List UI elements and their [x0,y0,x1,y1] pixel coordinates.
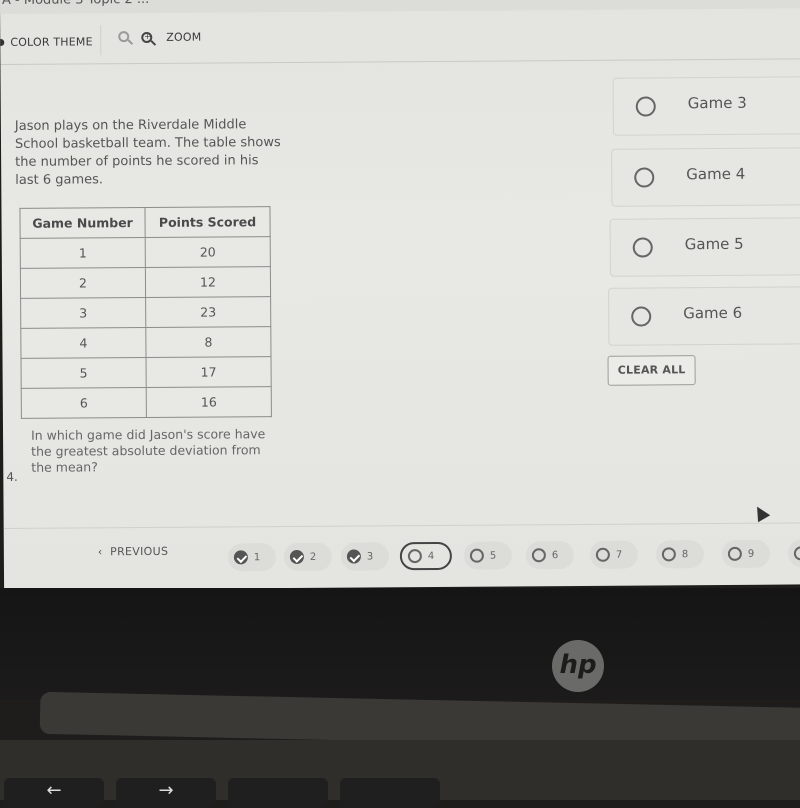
mouse-cursor-icon [751,503,771,523]
question-nav-4[interactable]: 4 [399,541,452,571]
keyboard-key [340,778,440,808]
empty-circle-icon [531,548,546,563]
question-nav-8[interactable]: 8 [655,540,704,569]
question-nav-6[interactable]: 6 [525,541,574,570]
choice-game-4[interactable]: Game 4 [611,147,800,207]
radio-icon[interactable] [634,167,655,188]
zoom-out-button[interactable] [118,31,130,43]
question-nav-1[interactable]: 1 [227,543,276,572]
zoom-in-button[interactable]: + ZOOM [141,31,201,44]
footer-divider [3,522,800,529]
check-circle-icon [233,550,248,565]
empty-circle-icon [727,546,742,561]
table-row: 1 20 [20,236,271,269]
choice-label: Game 5 [684,234,744,254]
points-cell: 20 [145,236,271,268]
hp-logo: hp [552,640,604,692]
choice-game-3[interactable]: Game 3 [612,76,800,136]
toolbar: COLOR THEME + ZOOM [0,16,800,65]
question-nav-2[interactable]: 2 [283,542,332,572]
empty-circle-icon [469,548,484,563]
check-circle-icon [289,549,304,564]
empty-circle-icon [793,546,800,561]
color-theme-icon [0,38,5,47]
question-nav-7[interactable]: 7 [589,540,638,569]
points-cell: 12 [145,266,271,298]
choice-label: Game 4 [686,164,746,184]
column-header-game-number: Game Number [19,207,146,239]
points-table: Game Number Points Scored 1 20 2 12 3 23 48… [19,206,272,419]
points-cell: 17 [145,356,272,388]
radio-icon[interactable] [631,306,652,327]
question-nav-3[interactable]: 3 [340,542,389,571]
table-header-row: Game Number Points Scored [19,206,271,239]
previous-button[interactable]: ‹ PREVIOUS [98,545,168,558]
table-row: 3 23 [20,296,271,329]
choice-game-5[interactable]: Game 5 [609,217,800,277]
game-number-cell: 2 [20,267,146,299]
table-row: 2 12 [20,266,271,299]
table-row: 5 17 [21,356,272,389]
table-row: 6 16 [21,386,272,419]
question-nav-10[interactable] [787,539,800,568]
table-row: 48 [20,326,271,359]
empty-circle-icon [595,547,610,562]
window-title: A - Module 3 Topic 2 ... [0,0,800,14]
empty-circle-icon [407,549,422,564]
check-circle-icon [346,549,361,564]
choice-label: Game 6 [683,303,743,323]
radio-icon[interactable] [632,237,653,258]
points-cell: 23 [145,296,271,328]
zoom-out-icon [118,31,130,43]
keyboard-key [228,778,328,808]
game-number-cell: 1 [20,237,146,269]
column-header-points-scored: Points Scored [144,206,271,238]
right-arrow-key: → [116,778,216,808]
points-cell: 8 [145,326,271,358]
color-theme-button[interactable]: COLOR THEME [0,35,93,49]
laptop-bezel [0,588,800,700]
question-nav-5[interactable]: 5 [463,541,512,570]
radio-icon[interactable] [635,96,656,117]
left-arrow-key: ← [4,778,104,808]
zoom-label: ZOOM [166,30,202,44]
empty-circle-icon [661,547,676,562]
points-cell: 16 [146,386,272,418]
game-number-cell: 6 [21,387,147,419]
game-number-cell: 5 [21,357,147,389]
choice-game-6[interactable]: Game 6 [608,286,800,346]
game-number-cell: 3 [20,297,146,329]
clear-all-button[interactable]: CLEAR ALL [607,355,696,386]
toolbar-divider [100,25,102,56]
previous-label: PREVIOUS [110,544,169,559]
color-theme-label: COLOR THEME [10,35,93,49]
question-nav-9[interactable]: 9 [721,539,770,568]
zoom-in-icon: + [141,31,153,44]
question-prompt: In which game did Jason's score have the… [30,426,266,475]
chevron-left-icon: ‹ [97,545,111,559]
browser-screen: A - Module 3 Topic 2 ... COLOR THEME + Z… [0,0,800,590]
question-number: 4. [6,469,18,484]
choice-label: Game 3 [687,93,747,113]
question-passage: Jason plays on the Riverdale Middle Scho… [14,117,281,188]
game-number-cell: 4 [20,327,146,359]
